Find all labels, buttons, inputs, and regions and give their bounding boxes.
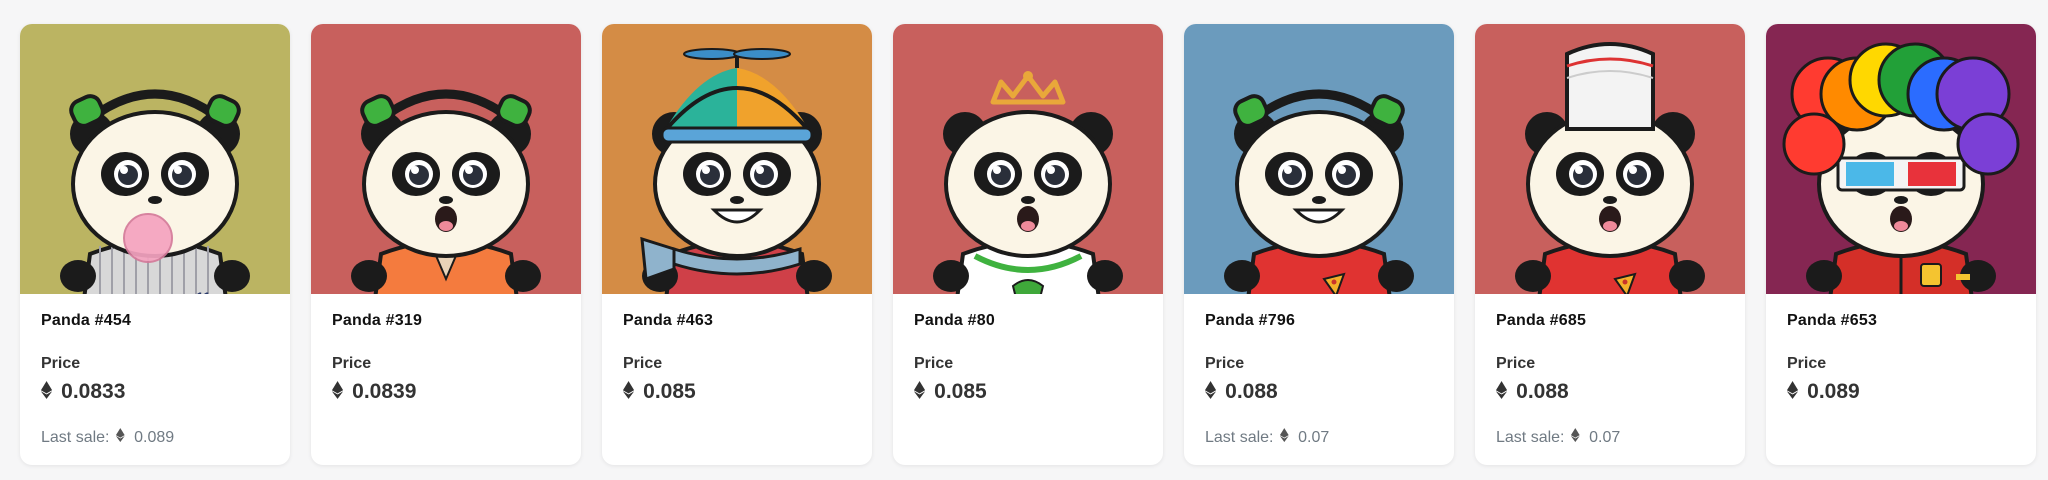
last-sale-value: 0.07 [1298,428,1330,446]
ethereum-icon [1280,428,1290,447]
nft-card-grid: 11Panda #454Price0.0833Last sale:0.089Pa… [20,24,2036,465]
nft-name[interactable]: Panda #319 [332,312,560,334]
nft-card[interactable]: Panda #80 Price 0.085 [893,24,1163,465]
nft-card[interactable]: Panda #796 Price 0.088 Last sale: 0.07 [1184,24,1454,465]
price-value: 0.088 [1516,380,1569,403]
price-row: 0.089 [1787,379,2015,405]
ethereum-icon [623,380,635,404]
price-value: 0.085 [643,380,696,403]
ethereum-icon [1496,380,1508,404]
price-value: 0.0833 [61,380,126,403]
nft-image[interactable] [311,24,581,294]
nft-image[interactable] [1766,24,2036,294]
nft-card[interactable]: Panda #319 Price 0.0839 [311,24,581,465]
price-label: Price [332,355,372,372]
price-label: Price [1787,355,1827,372]
ethereum-icon [332,380,344,404]
ethereum-icon [1787,380,1799,404]
price-value: 0.0839 [352,380,417,403]
panda-artwork [893,24,1163,294]
nft-image[interactable] [893,24,1163,294]
last-sale-label: Last sale: [1205,428,1274,446]
price-row: 0.088 [1205,379,1433,405]
nft-card[interactable]: Panda #463 Price 0.085 [602,24,872,465]
last-sale: Last sale: 0.07 [1496,428,1620,447]
nft-card[interactable]: 11 Panda #454 Price 0.0833 Last sale: 0.089 [20,24,290,465]
price-value: 0.089 [1807,380,1860,403]
last-sale-value: 0.07 [1589,428,1621,446]
nft-name[interactable]: Panda #685 [1496,312,1724,334]
svg-text:11: 11 [196,289,211,294]
last-sale-value: 0.089 [134,428,175,446]
panda-artwork: 11 [20,24,290,294]
price-row: 0.085 [914,379,1142,405]
last-sale: Last sale: 0.07 [1205,428,1329,447]
price-label: Price [1496,355,1536,372]
price-label: Price [1205,355,1245,372]
price-row: 0.085 [623,379,851,405]
price-value: 0.088 [1225,380,1278,403]
ethereum-icon [1571,428,1581,447]
ethereum-icon [116,428,126,447]
last-sale-label: Last sale: [41,428,110,446]
panda-artwork [602,24,872,294]
price-value: 0.085 [934,380,987,403]
nft-name[interactable]: Panda #80 [914,312,1142,334]
nft-image[interactable] [602,24,872,294]
panda-artwork [1475,24,1745,294]
panda-artwork [1184,24,1454,294]
ethereum-icon [41,380,53,404]
nft-image[interactable]: 11 [20,24,290,294]
nft-name[interactable]: Panda #796 [1205,312,1433,334]
nft-name[interactable]: Panda #454 [41,312,269,334]
nft-card[interactable]: Panda #685 Price 0.088 Last sale: 0.07 [1475,24,1745,465]
panda-artwork [311,24,581,294]
nft-image[interactable] [1475,24,1745,294]
price-label: Price [623,355,663,372]
price-label: Price [914,355,954,372]
nft-image[interactable] [1184,24,1454,294]
last-sale-label: Last sale: [1496,428,1565,446]
nft-card[interactable]: Panda #653 Price 0.089 [1766,24,2036,465]
ethereum-icon [1205,380,1217,404]
price-row: 0.0833 [41,379,269,405]
price-label: Price [41,355,81,372]
price-row: 0.0839 [332,379,560,405]
ethereum-icon [914,380,926,404]
panda-artwork [1766,24,2036,294]
price-row: 0.088 [1496,379,1724,405]
nft-name[interactable]: Panda #653 [1787,312,2015,334]
nft-name[interactable]: Panda #463 [623,312,851,334]
last-sale: Last sale: 0.089 [41,428,174,447]
